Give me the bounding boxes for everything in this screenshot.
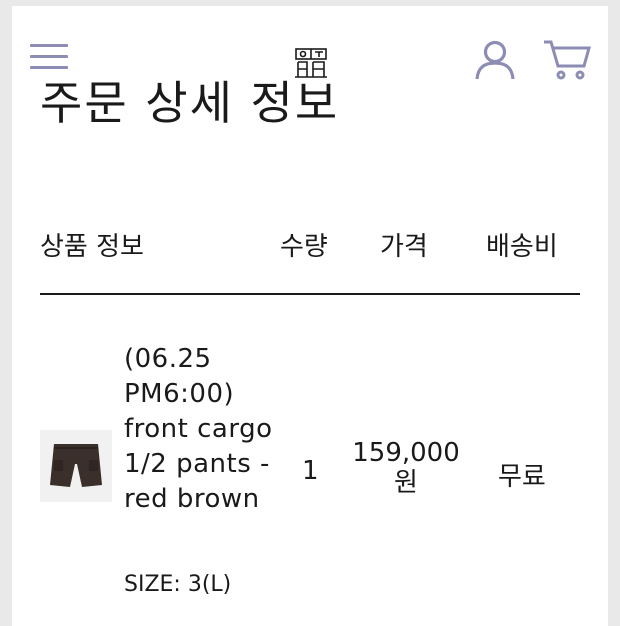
product-price: 159,000 원: [352, 438, 460, 498]
shorts-product-image[interactable]: [40, 430, 112, 502]
brand-logo-icon[interactable]: [294, 46, 328, 80]
column-header-shipping: 배송비: [486, 232, 558, 262]
order-detail-card: 주문 상세 정보 상품 정보 수량 가격 배송비 (06.25 PM6:00) …: [12, 6, 608, 626]
product-option: SIZE: 3(L): [124, 572, 232, 597]
column-header-product: 상품 정보: [40, 232, 144, 262]
product-quantity: 1: [302, 456, 319, 486]
product-name[interactable]: (06.25 PM6:00) front cargo 1/2 pants - r…: [124, 342, 284, 517]
column-header-quantity: 수량: [280, 232, 328, 262]
hamburger-menu-icon[interactable]: [30, 42, 70, 72]
product-shipping: 무료: [498, 462, 546, 492]
page-title: 주문 상세 정보: [40, 76, 340, 130]
table-header-divider: [40, 293, 580, 295]
column-header-price: 가격: [380, 232, 428, 262]
user-icon[interactable]: [474, 38, 516, 80]
cart-icon[interactable]: [542, 38, 592, 82]
